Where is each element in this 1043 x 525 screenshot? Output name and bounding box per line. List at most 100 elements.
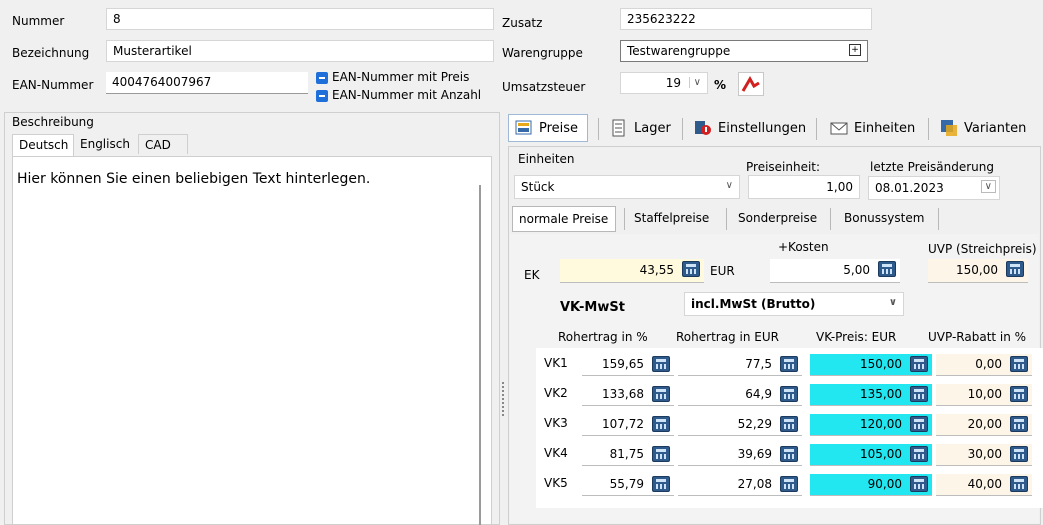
rohertrag-eur-field[interactable]: 64,9 [678,384,802,406]
table-row: VK1 159,65 77,5 150,00 0,00 [536,350,1043,378]
header-rohertrag-pct: Rohertrag in % [558,330,648,344]
rohertrag-pct-field[interactable]: 107,72 [582,414,674,436]
beschreibung-editor[interactable]: Hier können Sie einen beliebigen Text hi… [12,156,492,525]
tab-staffelpreise[interactable]: Staffelpreise [634,211,709,225]
calculator-icon[interactable] [910,356,928,372]
table-row: VK4 81,75 39,69 105,00 30,00 [536,440,1043,468]
vk-preis-field[interactable]: 90,00 [810,474,932,496]
calculator-icon[interactable] [910,476,928,492]
vk-preis-field[interactable]: 105,00 [810,444,932,466]
uvp-rabatt-field[interactable]: 10,00 [936,384,1032,406]
tab-englisch[interactable]: Englisch [74,134,138,154]
vk-row-label: VK1 [544,356,568,370]
rohertrag-eur-field[interactable]: 27,08 [678,474,802,496]
zusatz-field[interactable]: 235623222 [620,8,872,30]
rohertrag-pct-value: 107,72 [602,417,644,431]
toolbar-separator [928,118,929,140]
toolbar-varianten-button[interactable]: Varianten [934,114,1034,142]
letzte-preisaenderung-field[interactable]: 08.01.2023 ∨ [868,176,1000,200]
vk-preis-field[interactable]: 120,00 [810,414,932,436]
calculator-icon[interactable] [780,476,798,492]
calculator-icon[interactable] [780,356,798,372]
toolbar-preise-label: Preise [539,120,579,136]
kosten-field[interactable]: 5,00 [770,259,900,283]
uvp-field[interactable]: 150,00 [928,259,1028,283]
toolbar-separator [816,118,817,140]
calculator-icon[interactable] [780,386,798,402]
calculator-icon[interactable] [780,446,798,462]
rohertrag-pct-field[interactable]: 55,79 [582,474,674,496]
ust-value: 19 [665,76,681,90]
tab-normale-preise[interactable]: normale Preise [512,206,616,232]
ean-anzahl-toggle-icon[interactable] [316,90,328,102]
nummer-label: Nummer [12,14,65,28]
chevron-down-icon[interactable]: ∨ [980,180,996,193]
vk-preis-field[interactable]: 135,00 [810,384,932,406]
chevron-down-icon[interactable]: ∨ [688,77,701,88]
calculator-icon[interactable] [1010,416,1028,432]
preise-panel: Preise Lager Einstellungen Einheiten Var… [506,112,1043,525]
toolbar-preise-button[interactable]: Preise [508,114,588,142]
calculator-icon[interactable] [652,416,670,432]
beschreibung-title: Beschreibung [12,115,94,129]
toolbar-einheiten-button[interactable]: Einheiten [824,114,922,142]
calculator-icon[interactable] [1010,476,1028,492]
tab-bonussystem[interactable]: Bonussystem [844,211,924,225]
uvp-rabatt-field[interactable]: 30,00 [936,444,1032,466]
rohertrag-pct-field[interactable]: 81,75 [582,444,674,466]
calculator-icon[interactable] [652,476,670,492]
ean-field[interactable]: 4004764007967 [106,72,308,94]
editor-scrollbar[interactable] [479,185,481,525]
uvp-rabatt-field[interactable]: 0,00 [936,354,1032,376]
rohertrag-pct-field[interactable]: 159,65 [582,354,674,376]
rohertrag-eur-value: 77,5 [745,357,772,371]
chevron-down-icon[interactable]: ∨ [726,180,733,191]
ean-label: EAN-Nummer [12,78,94,92]
calculator-icon[interactable] [652,356,670,372]
table-row: VK5 55,79 27,08 90,00 40,00 [536,470,1043,498]
ek-field[interactable]: 43,55 [560,259,704,283]
chevron-down-icon[interactable]: ∨ [889,297,897,308]
tree-select-icon[interactable]: + [849,44,861,56]
warengruppe-field[interactable]: Testwarengruppe + [620,40,868,62]
uvp-rabatt-value: 10,00 [967,387,1002,401]
preiseinheit-field[interactable]: 1,00 [748,175,860,199]
calculator-icon[interactable] [780,416,798,432]
calculator-icon[interactable] [910,386,928,402]
rohertrag-eur-field[interactable]: 39,69 [678,444,802,466]
calculator-icon[interactable] [1010,356,1028,372]
nummer-field[interactable]: 8 [106,8,494,30]
calculator-icon[interactable] [910,446,928,462]
bezeichnung-field[interactable]: Musterartikel [106,40,494,62]
einheiten-select[interactable]: Stück ∨ [514,175,740,199]
calculator-icon[interactable] [1010,386,1028,402]
calculator-icon[interactable] [652,386,670,402]
calculator-icon[interactable] [652,446,670,462]
tab-deutsch[interactable]: Deutsch [12,134,74,156]
uvp-rabatt-field[interactable]: 20,00 [936,414,1032,436]
subtab-separator [938,208,939,230]
ust-field[interactable]: 19 ∨ [620,72,708,94]
rohertrag-eur-value: 64,9 [745,387,772,401]
rohertrag-eur-field[interactable]: 77,5 [678,354,802,376]
letzte-preisaenderung-label: letzte Preisänderung [870,160,995,174]
calculator-icon[interactable] [910,416,928,432]
vk-preis-field[interactable]: 150,00 [810,354,932,376]
warengruppe-value: Testwarengruppe [627,44,731,58]
tab-sonderpreise[interactable]: Sonderpreise [738,211,817,225]
calculator-icon[interactable] [878,261,896,277]
toolbar-einstellungen-button[interactable]: Einstellungen [688,114,810,142]
rohertrag-pct-field[interactable]: 133,68 [582,384,674,406]
vk-preis-value: 105,00 [860,447,902,461]
toolbar-lager-button[interactable]: Lager [604,114,676,142]
uvp-rabatt-field[interactable]: 40,00 [936,474,1032,496]
ean-preis-toggle-icon[interactable] [316,72,328,84]
calculator-icon[interactable] [1006,261,1024,277]
settings-icon [694,119,712,137]
calculator-icon[interactable] [682,261,700,277]
rohertrag-eur-field[interactable]: 52,29 [678,414,802,436]
calculator-icon[interactable] [1010,446,1028,462]
tax-chart-icon[interactable] [738,72,764,96]
vk-mwst-select[interactable]: incl.MwSt (Brutto) ∨ [684,292,904,316]
tab-cad[interactable]: CAD [138,134,188,154]
